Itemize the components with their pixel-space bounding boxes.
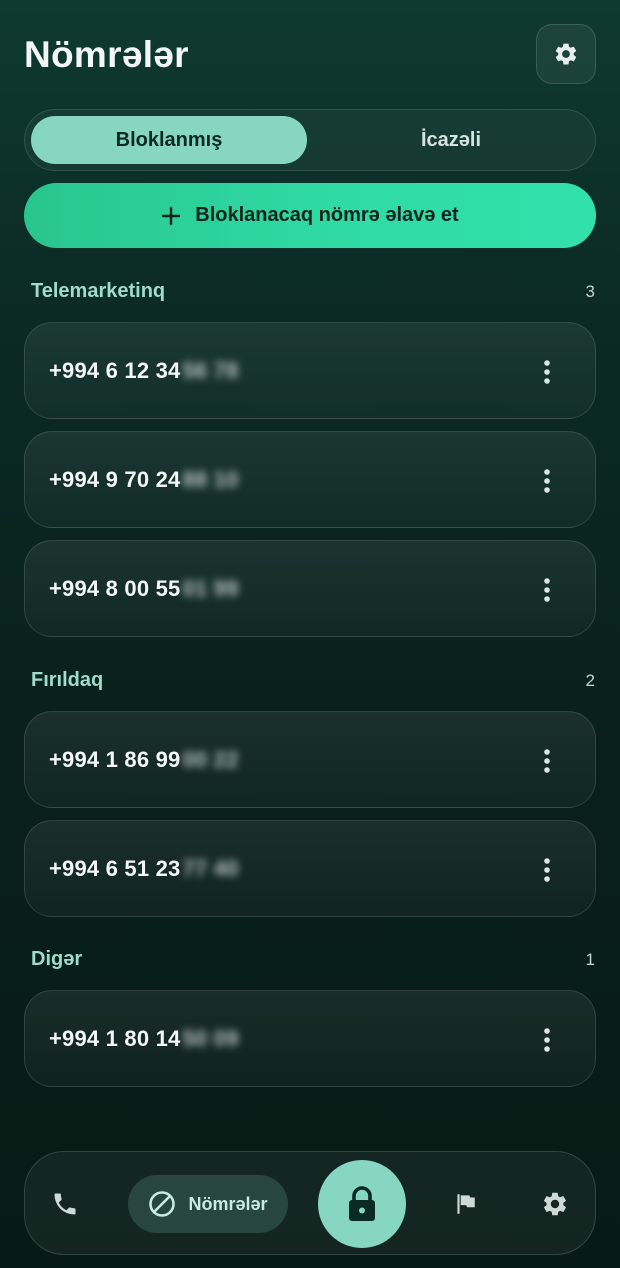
bottom-nav: Nömrələr (24, 1151, 596, 1255)
more-vertical-icon (544, 469, 550, 493)
number-card[interactable]: +994 6 12 3456 78 (24, 322, 596, 419)
phone-number: +994 1 86 9900 22 (49, 747, 239, 772)
section-header: Fırıldaq 2 (31, 669, 595, 695)
phone-number: +994 6 51 2377 40 (49, 856, 239, 881)
settings-button[interactable] (536, 24, 596, 84)
nav-numbers[interactable]: Nömrələr (128, 1175, 288, 1233)
header: Nömrələr (24, 24, 596, 84)
add-button-label: Bloklanacaq nömrə əlavə et (195, 204, 459, 226)
plus-icon (162, 206, 181, 225)
blurred-digits: 00 22 (182, 747, 239, 772)
lock-icon (349, 1186, 375, 1221)
blurred-digits: 77 40 (182, 856, 239, 881)
page-title: Nömrələr (24, 34, 189, 75)
phone-number: +994 9 70 2488 10 (49, 467, 239, 492)
tab-allowed[interactable]: İcazəli (311, 116, 591, 164)
number-card[interactable]: +994 1 80 1450 09 (24, 990, 596, 1087)
more-menu-button[interactable] (535, 357, 559, 387)
nav-calls[interactable] (45, 1184, 85, 1224)
more-vertical-icon (544, 360, 550, 384)
section-title: Fırıldaq (31, 669, 104, 691)
section-title: Telemarketinq (31, 280, 166, 302)
block-icon (149, 1191, 176, 1217)
section-count: 2 (585, 671, 595, 690)
section-count: 3 (585, 282, 595, 301)
gear-icon (544, 1192, 566, 1216)
blurred-digits: 50 09 (182, 1026, 239, 1051)
number-card[interactable]: +994 1 86 9900 22 (24, 711, 596, 808)
tab-blocked[interactable]: Bloklanmış (31, 116, 307, 164)
blurred-digits: 56 78 (182, 358, 239, 383)
more-vertical-icon (544, 858, 550, 882)
phone-number: +994 6 12 3456 78 (49, 358, 239, 383)
flag-icon (457, 1194, 475, 1214)
segmented-control: Bloklanmış İcazəli (24, 109, 596, 171)
more-vertical-icon (544, 578, 550, 602)
more-menu-button[interactable] (535, 466, 559, 496)
more-vertical-icon (544, 1028, 550, 1052)
more-menu-button[interactable] (535, 575, 559, 605)
section-header: Telemarketinq 3 (31, 280, 595, 306)
section-header: Digər 1 (31, 948, 595, 974)
phone-number: +994 8 00 5501 99 (49, 576, 239, 601)
blurred-digits: 88 10 (182, 467, 239, 492)
nav-reports[interactable] (445, 1184, 485, 1224)
nav-lock-button[interactable] (318, 1160, 406, 1248)
more-menu-button[interactable] (535, 855, 559, 885)
phone-icon (54, 1193, 76, 1215)
more-vertical-icon (544, 749, 550, 773)
add-blocked-number-button[interactable]: Bloklanacaq nömrə əlavə et (24, 183, 596, 248)
number-card[interactable]: +994 6 51 2377 40 (24, 820, 596, 917)
blurred-digits: 01 99 (182, 576, 239, 601)
nav-numbers-label: Nömrələr (188, 1193, 268, 1214)
number-card[interactable]: +994 9 70 2488 10 (24, 431, 596, 528)
section-count: 1 (585, 950, 595, 969)
nav-settings[interactable] (535, 1184, 575, 1224)
section-title: Digər (31, 948, 83, 970)
number-card[interactable]: +994 8 00 5501 99 (24, 540, 596, 637)
gear-icon (555, 43, 577, 65)
more-menu-button[interactable] (535, 746, 559, 776)
more-menu-button[interactable] (535, 1025, 559, 1055)
phone-number: +994 1 80 1450 09 (49, 1026, 239, 1051)
